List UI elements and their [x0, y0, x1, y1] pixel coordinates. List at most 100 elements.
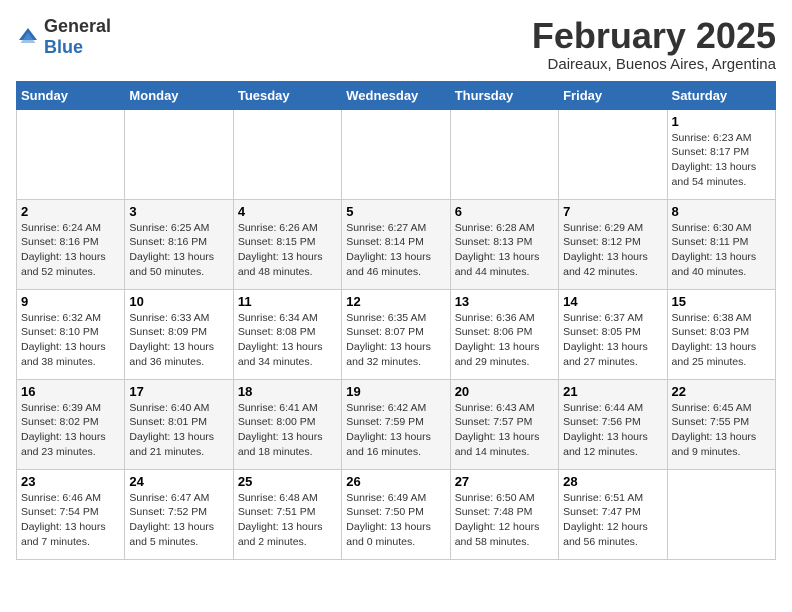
header-day-thursday: Thursday [450, 81, 558, 109]
day-number: 15 [672, 294, 771, 309]
calendar-week-4: 16 Sunrise: 6:39 AM Sunset: 8:02 PM Dayli… [17, 379, 776, 469]
calendar-header-row: SundayMondayTuesdayWednesdayThursdayFrid… [17, 81, 776, 109]
calendar-cell: 20 Sunrise: 6:43 AM Sunset: 7:57 PM Dayli… [450, 379, 558, 469]
calendar-cell [559, 109, 667, 199]
cell-content: Sunrise: 6:50 AM Sunset: 7:48 PM Dayligh… [455, 491, 554, 550]
calendar-week-2: 2Sunrise: 6:24 AM Sunset: 8:16 PM Daylig… [17, 199, 776, 289]
header: General Blue February 2025 Daireaux, Bue… [16, 16, 776, 73]
day-number: 10 [129, 294, 228, 309]
day-number: 13 [455, 294, 554, 309]
logo-text: General Blue [44, 16, 111, 58]
calendar-cell: 11 Sunrise: 6:34 AM Sunset: 8:08 PM Dayli… [233, 289, 341, 379]
cell-content: Sunrise: 6:51 AM Sunset: 7:47 PM Dayligh… [563, 491, 662, 550]
calendar-cell: 26 Sunrise: 6:49 AM Sunset: 7:50 PM Dayli… [342, 469, 450, 559]
cell-content: Sunrise: 6:46 AM Sunset: 7:54 PM Dayligh… [21, 491, 120, 550]
cell-content: Sunrise: 6:47 AM Sunset: 7:52 PM Dayligh… [129, 491, 228, 550]
day-number: 12 [346, 294, 445, 309]
cell-content: Sunrise: 6:43 AM Sunset: 7:57 PM Dayligh… [455, 401, 554, 460]
calendar-cell: 27 Sunrise: 6:50 AM Sunset: 7:48 PM Dayli… [450, 469, 558, 559]
calendar-cell [342, 109, 450, 199]
day-number: 4 [238, 204, 337, 219]
day-number: 23 [21, 474, 120, 489]
cell-content: Sunrise: 6:35 AM Sunset: 8:07 PM Dayligh… [346, 311, 445, 370]
cell-content: Sunrise: 6:42 AM Sunset: 7:59 PM Dayligh… [346, 401, 445, 460]
day-number: 20 [455, 384, 554, 399]
header-day-friday: Friday [559, 81, 667, 109]
calendar-cell [233, 109, 341, 199]
calendar-cell: 21 Sunrise: 6:44 AM Sunset: 7:56 PM Dayli… [559, 379, 667, 469]
calendar-cell: 9 Sunrise: 6:32 AM Sunset: 8:10 PM Daylig… [17, 289, 125, 379]
header-day-saturday: Saturday [667, 81, 775, 109]
cell-content: Sunrise: 6:45 AM Sunset: 7:55 PM Dayligh… [672, 401, 771, 460]
day-number: 16 [21, 384, 120, 399]
day-number: 8 [672, 204, 771, 219]
day-number: 14 [563, 294, 662, 309]
day-number: 11 [238, 294, 337, 309]
cell-content: Sunrise: 6:32 AM Sunset: 8:10 PM Dayligh… [21, 311, 120, 370]
calendar-week-3: 9 Sunrise: 6:32 AM Sunset: 8:10 PM Daylig… [17, 289, 776, 379]
cell-content: Sunrise: 6:26 AM Sunset: 8:15 PM Dayligh… [238, 221, 337, 280]
day-number: 26 [346, 474, 445, 489]
calendar-cell [667, 469, 775, 559]
calendar-cell: 28 Sunrise: 6:51 AM Sunset: 7:47 PM Dayli… [559, 469, 667, 559]
calendar-cell: 14 Sunrise: 6:37 AM Sunset: 8:05 PM Dayli… [559, 289, 667, 379]
day-number: 6 [455, 204, 554, 219]
calendar-cell: 25 Sunrise: 6:48 AM Sunset: 7:51 PM Dayli… [233, 469, 341, 559]
month-title: February 2025 [532, 16, 776, 56]
title-block: February 2025 Daireaux, Buenos Aires, Ar… [532, 16, 776, 73]
calendar-cell [450, 109, 558, 199]
cell-content: Sunrise: 6:48 AM Sunset: 7:51 PM Dayligh… [238, 491, 337, 550]
calendar-cell: 19 Sunrise: 6:42 AM Sunset: 7:59 PM Dayli… [342, 379, 450, 469]
cell-content: Sunrise: 6:36 AM Sunset: 8:06 PM Dayligh… [455, 311, 554, 370]
calendar-cell: 5Sunrise: 6:27 AM Sunset: 8:14 PM Daylig… [342, 199, 450, 289]
calendar-cell: 12 Sunrise: 6:35 AM Sunset: 8:07 PM Dayli… [342, 289, 450, 379]
calendar-week-5: 23 Sunrise: 6:46 AM Sunset: 7:54 PM Dayli… [17, 469, 776, 559]
cell-content: Sunrise: 6:28 AM Sunset: 8:13 PM Dayligh… [455, 221, 554, 280]
calendar-cell: 18Sunrise: 6:41 AM Sunset: 8:00 PM Dayli… [233, 379, 341, 469]
logo: General Blue [16, 16, 111, 58]
day-number: 3 [129, 204, 228, 219]
day-number: 19 [346, 384, 445, 399]
cell-content: Sunrise: 6:24 AM Sunset: 8:16 PM Dayligh… [21, 221, 120, 280]
calendar-cell: 4 Sunrise: 6:26 AM Sunset: 8:15 PM Daylig… [233, 199, 341, 289]
calendar-cell: 23 Sunrise: 6:46 AM Sunset: 7:54 PM Dayli… [17, 469, 125, 559]
calendar-cell: 2Sunrise: 6:24 AM Sunset: 8:16 PM Daylig… [17, 199, 125, 289]
calendar-cell: 6 Sunrise: 6:28 AM Sunset: 8:13 PM Daylig… [450, 199, 558, 289]
cell-content: Sunrise: 6:25 AM Sunset: 8:16 PM Dayligh… [129, 221, 228, 280]
cell-content: Sunrise: 6:44 AM Sunset: 7:56 PM Dayligh… [563, 401, 662, 460]
cell-content: Sunrise: 6:49 AM Sunset: 7:50 PM Dayligh… [346, 491, 445, 550]
calendar-cell: 3 Sunrise: 6:25 AM Sunset: 8:16 PM Daylig… [125, 199, 233, 289]
calendar-cell: 15 Sunrise: 6:38 AM Sunset: 8:03 PM Dayli… [667, 289, 775, 379]
header-day-tuesday: Tuesday [233, 81, 341, 109]
cell-content: Sunrise: 6:34 AM Sunset: 8:08 PM Dayligh… [238, 311, 337, 370]
calendar-cell: 24 Sunrise: 6:47 AM Sunset: 7:52 PM Dayli… [125, 469, 233, 559]
cell-content: Sunrise: 6:39 AM Sunset: 8:02 PM Dayligh… [21, 401, 120, 460]
calendar-week-1: 1 Sunrise: 6:23 AM Sunset: 8:17 PM Daylig… [17, 109, 776, 199]
calendar-cell [17, 109, 125, 199]
day-number: 1 [672, 114, 771, 129]
day-number: 25 [238, 474, 337, 489]
cell-content: Sunrise: 6:37 AM Sunset: 8:05 PM Dayligh… [563, 311, 662, 370]
calendar-cell: 22 Sunrise: 6:45 AM Sunset: 7:55 PM Dayli… [667, 379, 775, 469]
cell-content: Sunrise: 6:27 AM Sunset: 8:14 PM Dayligh… [346, 221, 445, 280]
header-day-monday: Monday [125, 81, 233, 109]
logo-blue: Blue [44, 37, 83, 57]
logo-icon [16, 25, 40, 49]
cell-content: Sunrise: 6:30 AM Sunset: 8:11 PM Dayligh… [672, 221, 771, 280]
cell-content: Sunrise: 6:38 AM Sunset: 8:03 PM Dayligh… [672, 311, 771, 370]
cell-content: Sunrise: 6:41 AM Sunset: 8:00 PM Dayligh… [238, 401, 337, 460]
day-number: 27 [455, 474, 554, 489]
day-number: 24 [129, 474, 228, 489]
day-number: 17 [129, 384, 228, 399]
day-number: 22 [672, 384, 771, 399]
cell-content: Sunrise: 6:23 AM Sunset: 8:17 PM Dayligh… [672, 131, 771, 190]
cell-content: Sunrise: 6:33 AM Sunset: 8:09 PM Dayligh… [129, 311, 228, 370]
calendar-cell [125, 109, 233, 199]
calendar-cell: 1 Sunrise: 6:23 AM Sunset: 8:17 PM Daylig… [667, 109, 775, 199]
day-number: 21 [563, 384, 662, 399]
header-day-wednesday: Wednesday [342, 81, 450, 109]
logo-general: General [44, 16, 111, 36]
cell-content: Sunrise: 6:29 AM Sunset: 8:12 PM Dayligh… [563, 221, 662, 280]
day-number: 28 [563, 474, 662, 489]
day-number: 9 [21, 294, 120, 309]
